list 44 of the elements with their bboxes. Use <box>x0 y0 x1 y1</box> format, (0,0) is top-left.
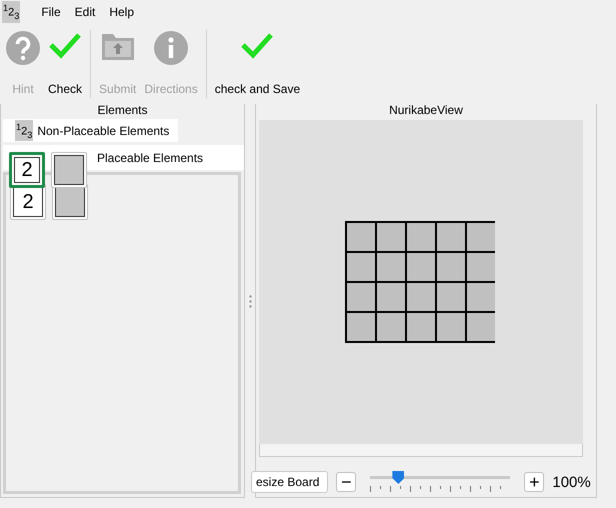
tab-label: Non-Placeable Elements <box>37 124 170 138</box>
board-cell[interactable] <box>347 253 377 283</box>
board-cell[interactable] <box>377 283 407 313</box>
info-icon <box>154 31 188 65</box>
menu-item[interactable]: File <box>34 5 68 19</box>
toolbar-button[interactable]: check and Save <box>210 28 304 100</box>
board-cell[interactable] <box>407 313 437 343</box>
folder-upload-icon <box>100 31 135 61</box>
zoom-in-button[interactable]: + <box>524 472 544 492</box>
zoom-reading: 100% <box>552 474 591 490</box>
element-tile[interactable]: 2 <box>9 152 45 188</box>
board-cell[interactable] <box>407 253 437 283</box>
board-cell[interactable] <box>407 283 437 313</box>
element-tile[interactable] <box>51 152 87 188</box>
splitter-handle-icon[interactable] <box>248 294 252 308</box>
board-cell[interactable] <box>467 253 495 283</box>
board-cell[interactable] <box>347 223 377 253</box>
resize-board-button[interactable]: esize Board <box>251 471 328 493</box>
board-cell[interactable] <box>467 283 495 313</box>
slider-thumb[interactable] <box>392 471 404 484</box>
menu-item[interactable]: Edit <box>68 5 102 19</box>
board-cell[interactable] <box>347 283 377 313</box>
app-icon: $^{1}$2$_{3}$ <box>2 0 20 24</box>
menu-item[interactable]: Help <box>102 5 142 19</box>
checkmark-icon <box>48 31 82 61</box>
board-cell[interactable] <box>377 223 407 253</box>
board-cell[interactable] <box>407 223 437 253</box>
board-cell[interactable] <box>437 283 467 313</box>
tab[interactable]: $^{1}$2$_{3}$ Non-Placeable Elements <box>3 119 178 142</box>
zoom-slider[interactable] <box>370 471 510 493</box>
board-cell[interactable] <box>377 253 407 283</box>
board-cell[interactable] <box>467 313 495 343</box>
horizontal-scrollbar[interactable] <box>259 444 583 457</box>
zoom-out-button[interactable]: − <box>336 472 356 492</box>
board-cell[interactable] <box>437 253 467 283</box>
tab-icon: $^{1}$2$_{3}$ <box>15 120 34 142</box>
board-cell[interactable] <box>437 313 467 343</box>
help-icon <box>6 31 40 65</box>
toolbar-button[interactable]: Check <box>44 28 86 100</box>
board-cell[interactable] <box>437 223 467 253</box>
board-cell[interactable] <box>467 223 495 253</box>
board-cell[interactable] <box>377 313 407 343</box>
board-cell[interactable] <box>347 313 377 343</box>
checkmark-icon <box>240 31 274 61</box>
